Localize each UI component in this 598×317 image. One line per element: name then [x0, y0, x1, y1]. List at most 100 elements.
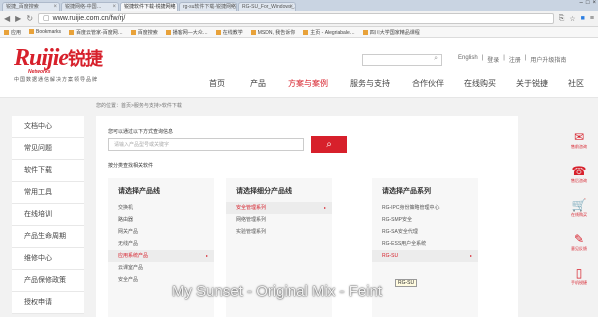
sidebar-item[interactable]: 产品生命周期	[12, 226, 84, 248]
column-option[interactable]: 无线产品	[108, 238, 214, 250]
column-option[interactable]: 网络管理系列	[226, 214, 332, 226]
option-label: 应用系统产品	[118, 253, 149, 259]
column-option[interactable]: 应用系统产品 ▸	[108, 250, 214, 262]
sidebar-item[interactable]: 软件下载	[12, 160, 84, 182]
float-label: 手机锐捷	[571, 280, 587, 285]
close-window-icon[interactable]: ×	[592, 0, 596, 6]
close-icon[interactable]: ×	[230, 3, 234, 11]
caret-right-icon: ▸	[469, 253, 472, 258]
site-search-input[interactable]: ⌕	[362, 54, 442, 66]
tab-title: 锐捷网络-中国…	[65, 4, 102, 10]
cart-icon: 🛒	[571, 198, 587, 212]
close-icon[interactable]: ×	[112, 3, 116, 11]
nav-item[interactable]: 社区	[558, 78, 594, 89]
float-label: 在线购买	[571, 212, 587, 217]
bookmark-item[interactable]: 应用	[4, 29, 21, 36]
column-option[interactable]: 实验管理系列	[226, 226, 332, 238]
column-option[interactable]: RG-SU ▸	[372, 250, 478, 262]
forward-icon[interactable]: ▶	[15, 14, 21, 23]
browser-tab[interactable]: 锐捷网络-中国… ×	[61, 2, 119, 11]
close-icon[interactable]: ×	[171, 3, 175, 11]
star-icon[interactable]: ☆	[569, 15, 575, 23]
maximize-icon[interactable]: □	[586, 0, 590, 6]
bookmark-item[interactable]: Bookmarks	[29, 29, 61, 35]
option-label: 安全产品	[118, 277, 139, 283]
query-search-button[interactable]: ⌕	[311, 136, 347, 153]
service-icon: ☎	[571, 164, 587, 178]
float-item[interactable]: 🛒 在线购买	[562, 198, 596, 232]
close-icon[interactable]: ×	[289, 3, 293, 11]
float-label: 售前咨询	[571, 144, 587, 149]
float-item[interactable]: ▯ 手机锐捷	[562, 266, 596, 300]
option-label: RG-ESS用户全系统	[382, 241, 427, 247]
column-heading: 请选择细分产品线	[236, 188, 292, 195]
column-option[interactable]: 云课室产品	[108, 262, 214, 274]
extension-icon[interactable]: ■	[581, 15, 585, 23]
option-label: 安全管理系列	[236, 205, 267, 211]
browser-tab[interactable]: 锐捷_百度搜索 ×	[2, 2, 60, 11]
column-option[interactable]: RG-IPC身份策略管理中心	[372, 202, 478, 214]
sidebar: 文档中心 常见问题 软件下载 常用工具 在线培训 产品生命周期 维修中心 产品保修政策 授权申请	[12, 116, 84, 314]
column-option[interactable]: 路由器	[108, 214, 214, 226]
bookmark-item[interactable]: 百度云管家-百度网…	[69, 29, 123, 36]
back-icon[interactable]: ◀	[4, 14, 10, 23]
bookmark-item[interactable]: 在线教学	[215, 29, 243, 36]
bookmark-item[interactable]: 四川大学国家精品课程	[362, 29, 420, 36]
page-icon: ▢	[43, 14, 50, 22]
column-option[interactable]: 交换机	[108, 202, 214, 214]
sidebar-item[interactable]: 常见问题	[12, 138, 84, 160]
nav-item[interactable]: 合作伙伴	[402, 78, 454, 89]
sidebar-item[interactable]: 产品保修政策	[12, 270, 84, 292]
close-icon[interactable]: ×	[53, 3, 57, 11]
float-item[interactable]: ☎ 售后咨询	[562, 164, 596, 198]
column-option[interactable]: 网关产品	[108, 226, 214, 238]
browser-tab[interactable]: RG-SU_For_Windows_1…×	[238, 2, 296, 11]
search-icon[interactable]: ⌕	[434, 55, 438, 63]
float-label: 意见反馈	[571, 246, 587, 251]
top-link[interactable]: 登录	[487, 55, 499, 64]
browser-tab[interactable]: 锐捷软件下载-锐捷网络 ×	[120, 2, 178, 11]
float-item[interactable]: ✉ 售前咨询	[562, 130, 596, 164]
option-label: 云课室产品	[118, 265, 144, 271]
bookmark-icon	[165, 29, 171, 35]
tab-title: 锐捷_百度搜索	[6, 4, 39, 10]
top-link[interactable]: 用户升级指南	[530, 55, 566, 64]
bookmark-label: 主页 - Alegriabale…	[310, 29, 355, 36]
bookmark-item[interactable]: 百度搜索	[130, 29, 158, 36]
browser-tab[interactable]: rg-su软件下载-锐捷网络 ×	[179, 2, 237, 11]
bookmark-item[interactable]: 播客网—大众…	[165, 29, 208, 36]
bookmark-item[interactable]: 主页 - Alegriabale…	[303, 29, 355, 36]
option-label: RG-SA安全代理	[382, 229, 418, 235]
float-item[interactable]: ✎ 意见反馈	[562, 232, 596, 266]
nav-item[interactable]: 方案与案例	[278, 78, 338, 89]
menu-icon[interactable]: ≡	[590, 15, 594, 23]
query-title: 您可以通过以下方式查询信息	[108, 129, 174, 135]
minimize-icon[interactable]: –	[580, 0, 583, 6]
sidebar-item[interactable]: 授权申请	[12, 292, 84, 314]
option-label: 路由器	[118, 217, 134, 223]
sidebar-item[interactable]: 常用工具	[12, 182, 84, 204]
sidebar-item[interactable]: 文档中心	[12, 116, 84, 138]
bookmark-item[interactable]: MSDN, 我告诉你	[250, 29, 295, 36]
logo-text: Ruijie	[14, 45, 69, 71]
nav-item[interactable]: 关于锐捷	[506, 78, 558, 89]
nav-item[interactable]: 产品	[238, 78, 278, 89]
nav-item[interactable]: 首页	[196, 78, 238, 89]
url-field[interactable]: ▢ www.ruijie.com.cn/fw/rj/	[38, 13, 554, 24]
top-link[interactable]: 注册	[509, 55, 521, 64]
bookmark-label: 应用	[11, 29, 22, 36]
nav-item[interactable]: 在线购买	[454, 78, 506, 89]
column-heading: 请选择产品线	[118, 188, 160, 195]
product-search-input[interactable]: 请输入产品型号或关键字	[108, 138, 304, 151]
sidebar-item[interactable]: 维修中心	[12, 248, 84, 270]
reload-icon[interactable]: ↻	[26, 14, 33, 23]
column-option[interactable]: RG-SA安全代理	[372, 226, 478, 238]
nav-item[interactable]: 服务与支持	[338, 78, 402, 89]
column-option[interactable]: 安全管理系列 ▸	[226, 202, 332, 214]
column-option[interactable]: RG-ESS用户全系统	[372, 238, 478, 250]
bookmark-label: 播客网—大众…	[172, 29, 208, 36]
column-option[interactable]: RG-SMP安全	[372, 214, 478, 226]
translate-icon[interactable]: ⎘	[559, 15, 565, 23]
sidebar-item[interactable]: 在线培训	[12, 204, 84, 226]
top-link[interactable]: English	[458, 55, 478, 64]
